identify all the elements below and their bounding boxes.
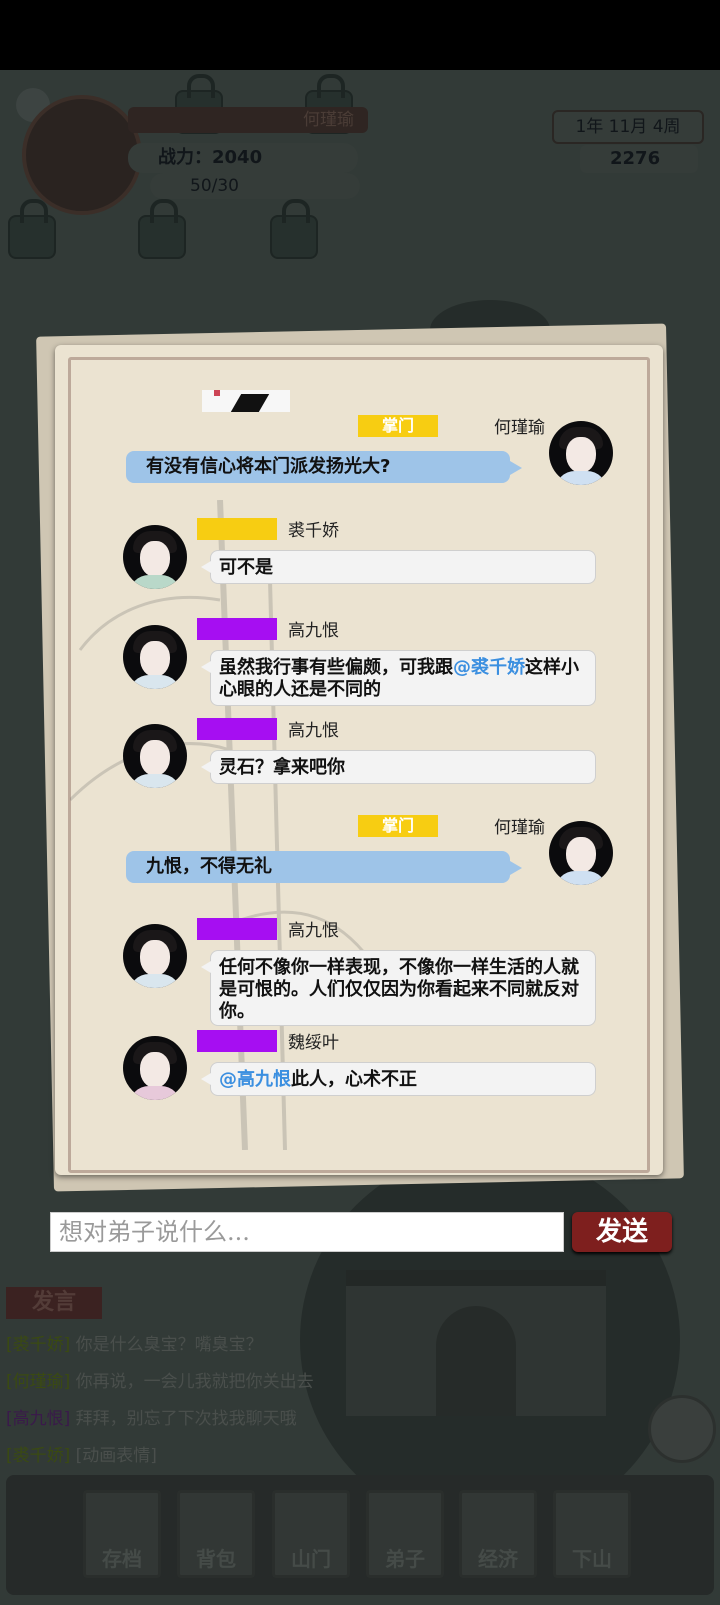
nav-bag-button[interactable]: 背包	[177, 1490, 255, 1578]
player-name: 何瑾瑜	[128, 107, 368, 133]
sender-name: 魏绥叶	[288, 1033, 339, 1053]
sender-name: 何瑾瑜	[494, 418, 545, 438]
message-bubble: 虽然我行事有些偏颇，可我跟@裘千娇这样小心眼的人还是不同的	[201, 650, 596, 706]
rank-badge	[197, 1030, 277, 1052]
nav-disciples-button[interactable]: 弟子	[366, 1490, 444, 1578]
mention-link[interactable]: @裘千娇	[453, 657, 525, 678]
log-speaker: [裘千娇]	[6, 1335, 71, 1355]
log-line: [裘千娇] [动画表情]	[6, 1441, 157, 1466]
send-button[interactable]: 发送	[572, 1212, 672, 1252]
spirit-stone-counter: 2276	[580, 145, 698, 173]
game-date: 1年 11月 4周	[552, 110, 704, 144]
sender-avatar[interactable]	[549, 821, 613, 885]
sender-name: 高九恨	[288, 721, 339, 741]
message-text: 虽然我行事有些偏颇，可我跟	[219, 657, 453, 678]
log-speaker: [高九恨]	[6, 1409, 71, 1429]
log-line: [高九恨] 拜拜，别忘了下次找我聊天哦	[6, 1404, 297, 1429]
sender-avatar[interactable]	[123, 924, 187, 988]
message-bubble: 灵石？拿来吧你	[201, 750, 596, 784]
locked-slot-icon	[270, 199, 318, 259]
rank-badge	[197, 718, 277, 740]
sender-avatar[interactable]	[123, 525, 187, 589]
nav-gate-button[interactable]: 山门	[272, 1490, 350, 1578]
locked-slot-icon	[138, 199, 186, 259]
message-text: 此人，心术不正	[291, 1069, 417, 1090]
nav-save-button[interactable]: 存档	[83, 1490, 161, 1578]
sender-name: 高九恨	[288, 621, 339, 641]
sender-avatar[interactable]	[123, 1036, 187, 1100]
mention-link[interactable]: @高九恨	[219, 1069, 291, 1090]
sender-name: 高九恨	[288, 921, 339, 941]
message-bubble: 任何不像你一样表现，不像你一样生活的人就是可恨的。人们仅仅因为你看起来不同就反对…	[201, 950, 596, 1026]
sender-avatar[interactable]	[123, 625, 187, 689]
task-check-icon[interactable]	[648, 1395, 716, 1463]
log-text: [动画表情]	[75, 1446, 157, 1466]
log-speaker: [裘千娇]	[6, 1446, 71, 1466]
message-bubble: @高九恨此人，心术不正	[201, 1062, 596, 1096]
log-line: [何瑾瑜] 你再说，一会儿我就把你关出去	[6, 1367, 314, 1392]
message-bubble: 九恨，不得无礼	[126, 851, 522, 883]
sender-name: 何瑾瑜	[494, 818, 545, 838]
log-text: 你是什么臭宝？嘴臭宝？	[75, 1335, 263, 1355]
sect-gate-building	[346, 1270, 606, 1416]
rank-badge	[197, 918, 277, 940]
nav-economy-button[interactable]: 经济	[459, 1490, 537, 1578]
combat-power: 战力：2040	[128, 143, 358, 173]
rank-badge	[197, 618, 277, 640]
rank-badge	[197, 518, 277, 540]
chat-input[interactable]: 想对弟子说什么...	[50, 1212, 564, 1252]
message-bubble: 可不是	[201, 550, 596, 584]
log-text: 你再说，一会儿我就把你关出去	[75, 1372, 314, 1392]
rank-badge: 掌门	[358, 415, 438, 437]
log-speaker: [何瑾瑜]	[6, 1372, 71, 1392]
sender-avatar[interactable]	[549, 421, 613, 485]
sender-name: 裘千娇	[288, 521, 339, 541]
log-text: 拜拜，别忘了下次找我聊天哦	[75, 1409, 297, 1429]
locked-slot-icon	[8, 199, 56, 259]
log-line: [裘千娇] 你是什么臭宝？嘴臭宝？	[6, 1330, 263, 1355]
sender-avatar[interactable]	[123, 724, 187, 788]
status-bar	[0, 0, 720, 70]
nav-descend-button[interactable]: 下山	[553, 1490, 631, 1578]
speech-tab[interactable]: 发言	[6, 1287, 102, 1319]
partial-avatar	[202, 390, 290, 412]
rank-badge: 掌门	[358, 815, 438, 837]
message-bubble: 有没有信心将本门派发扬光大?	[126, 451, 522, 483]
player-avatar[interactable]	[22, 95, 142, 215]
stamina-counter: 50/30	[150, 173, 360, 199]
